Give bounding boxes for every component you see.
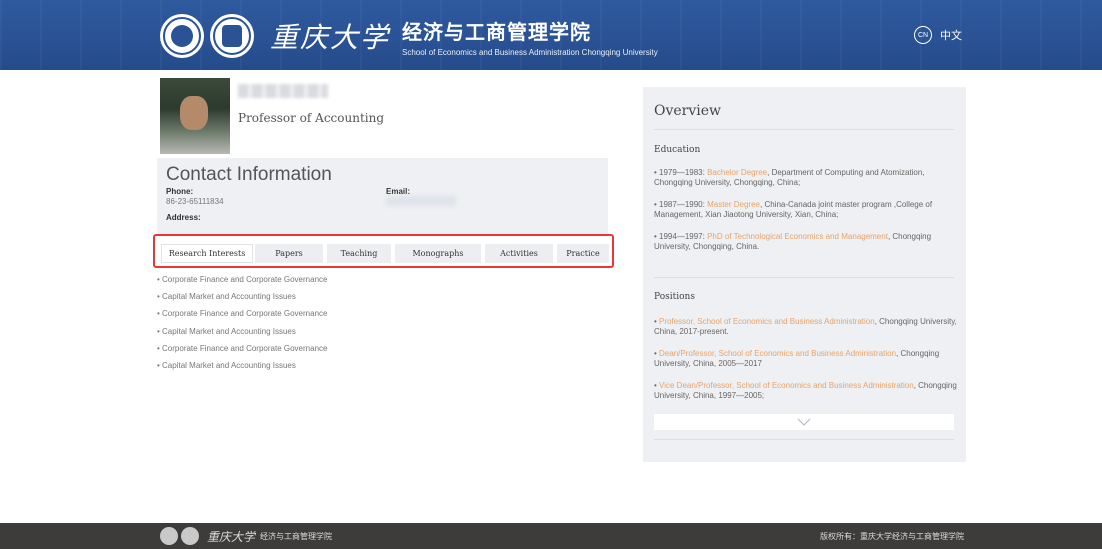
list-item: • Capital Market and Accounting Issues (157, 292, 296, 302)
profile-photo (160, 78, 230, 154)
positions-title: Positions (654, 292, 695, 302)
degree-link[interactable]: PhD of Technological Economics and Manag… (707, 232, 888, 241)
email-label: Email: (386, 187, 411, 196)
contact-info-box: Contact Information Phone: 86-23-6511183… (157, 158, 608, 234)
degree-link[interactable]: Master Degree (707, 200, 760, 209)
footer-calligraphy: 重庆大学 (207, 529, 256, 544)
divider (654, 129, 954, 130)
language-badge-icon: CN (914, 26, 932, 44)
school-name-block: 经济与工商管理学院 School of Economics and Busine… (402, 16, 658, 57)
divider (654, 277, 954, 278)
contact-heading: Contact Information (166, 164, 332, 185)
overview-heading: Overview (654, 103, 722, 119)
education-entry: • 1994—1997: PhD of Technological Econom… (654, 232, 932, 251)
site-header: 重庆大学 经济与工商管理学院 School of Economics and B… (0, 0, 1102, 70)
copyright-text: 版权所有：重庆大学经济与工商管理学院 (820, 532, 964, 541)
position-entry: • Dean/Professor, School of Economics an… (654, 349, 940, 368)
footer-logo[interactable]: 重庆大学 经济与工商管理学院 (160, 527, 332, 545)
tab-research-interests[interactable]: Research Interests (161, 244, 253, 263)
tab-activities[interactable]: Activities (485, 244, 553, 263)
address-label: Address: (166, 213, 201, 222)
school-emblem-icon (181, 527, 199, 545)
tab-practice[interactable]: Practice (557, 244, 609, 263)
position-link[interactable]: Dean/Professor, School of Economics and … (659, 349, 896, 358)
education-entry: • 1987—1990: Master Degree, China-Canada… (654, 200, 933, 219)
profile-name-redacted (238, 84, 328, 98)
phone-label: Phone: (166, 187, 194, 196)
email-value-redacted[interactable] (386, 196, 456, 206)
list-item: • Corporate Finance and Corporate Govern… (157, 309, 328, 319)
school-name-en: School of Economics and Business Adminis… (402, 47, 658, 57)
degree-link[interactable]: Bachelor Degree (707, 168, 767, 177)
tab-papers[interactable]: Papers (255, 244, 323, 263)
university-calligraphy: 重庆大学 (270, 21, 391, 54)
education-entry: • 1979—1983: Bachelor Degree, Department… (654, 168, 925, 187)
list-item: • Corporate Finance and Corporate Govern… (157, 275, 328, 284)
university-seal-icon (160, 527, 178, 545)
research-interests-list: • Corporate Finance and Corporate Govern… (157, 273, 327, 376)
language-label: 中文 (940, 30, 962, 42)
chevron-down-icon (797, 418, 811, 426)
expand-more-button[interactable] (654, 414, 954, 430)
list-item: • Capital Market and Accounting Issues (157, 360, 296, 370)
school-name-cn: 经济与工商管理学院 (402, 21, 592, 44)
tab-monographs[interactable]: Monographs (395, 244, 481, 263)
list-item: • Corporate Finance and Corporate Govern… (157, 343, 328, 353)
language-switch[interactable]: CN 中文 (914, 26, 962, 44)
position-link[interactable]: Professor, School of Economics and Busin… (659, 317, 875, 326)
profile-tabs: Research Interests Papers Teaching Monog… (153, 234, 614, 268)
position-entry: • Professor, School of Economics and Bus… (654, 317, 957, 336)
footer-school-name: 经济与工商管理学院 (260, 531, 333, 541)
profile-title: Professor of Accounting (238, 111, 385, 125)
position-link[interactable]: Vice Dean/Professor, School of Economics… (659, 381, 914, 390)
position-entry: • Vice Dean/Professor, School of Economi… (654, 381, 957, 400)
site-footer: 重庆大学 经济与工商管理学院 版权所有：重庆大学经济与工商管理学院 (0, 523, 1102, 549)
education-title: Education (654, 145, 701, 155)
overview-panel: Overview Education • 1979—1983: Bachelor… (643, 87, 966, 462)
school-logo[interactable]: 重庆大学 经济与工商管理学院 School of Economics and B… (160, 12, 658, 60)
phone-value: 86-23-65111834 (166, 197, 224, 206)
university-seal-icon (160, 14, 204, 58)
tab-teaching[interactable]: Teaching (327, 244, 391, 263)
list-item: • Capital Market and Accounting Issues (157, 326, 296, 336)
divider (654, 439, 954, 440)
school-emblem-icon (210, 14, 254, 58)
